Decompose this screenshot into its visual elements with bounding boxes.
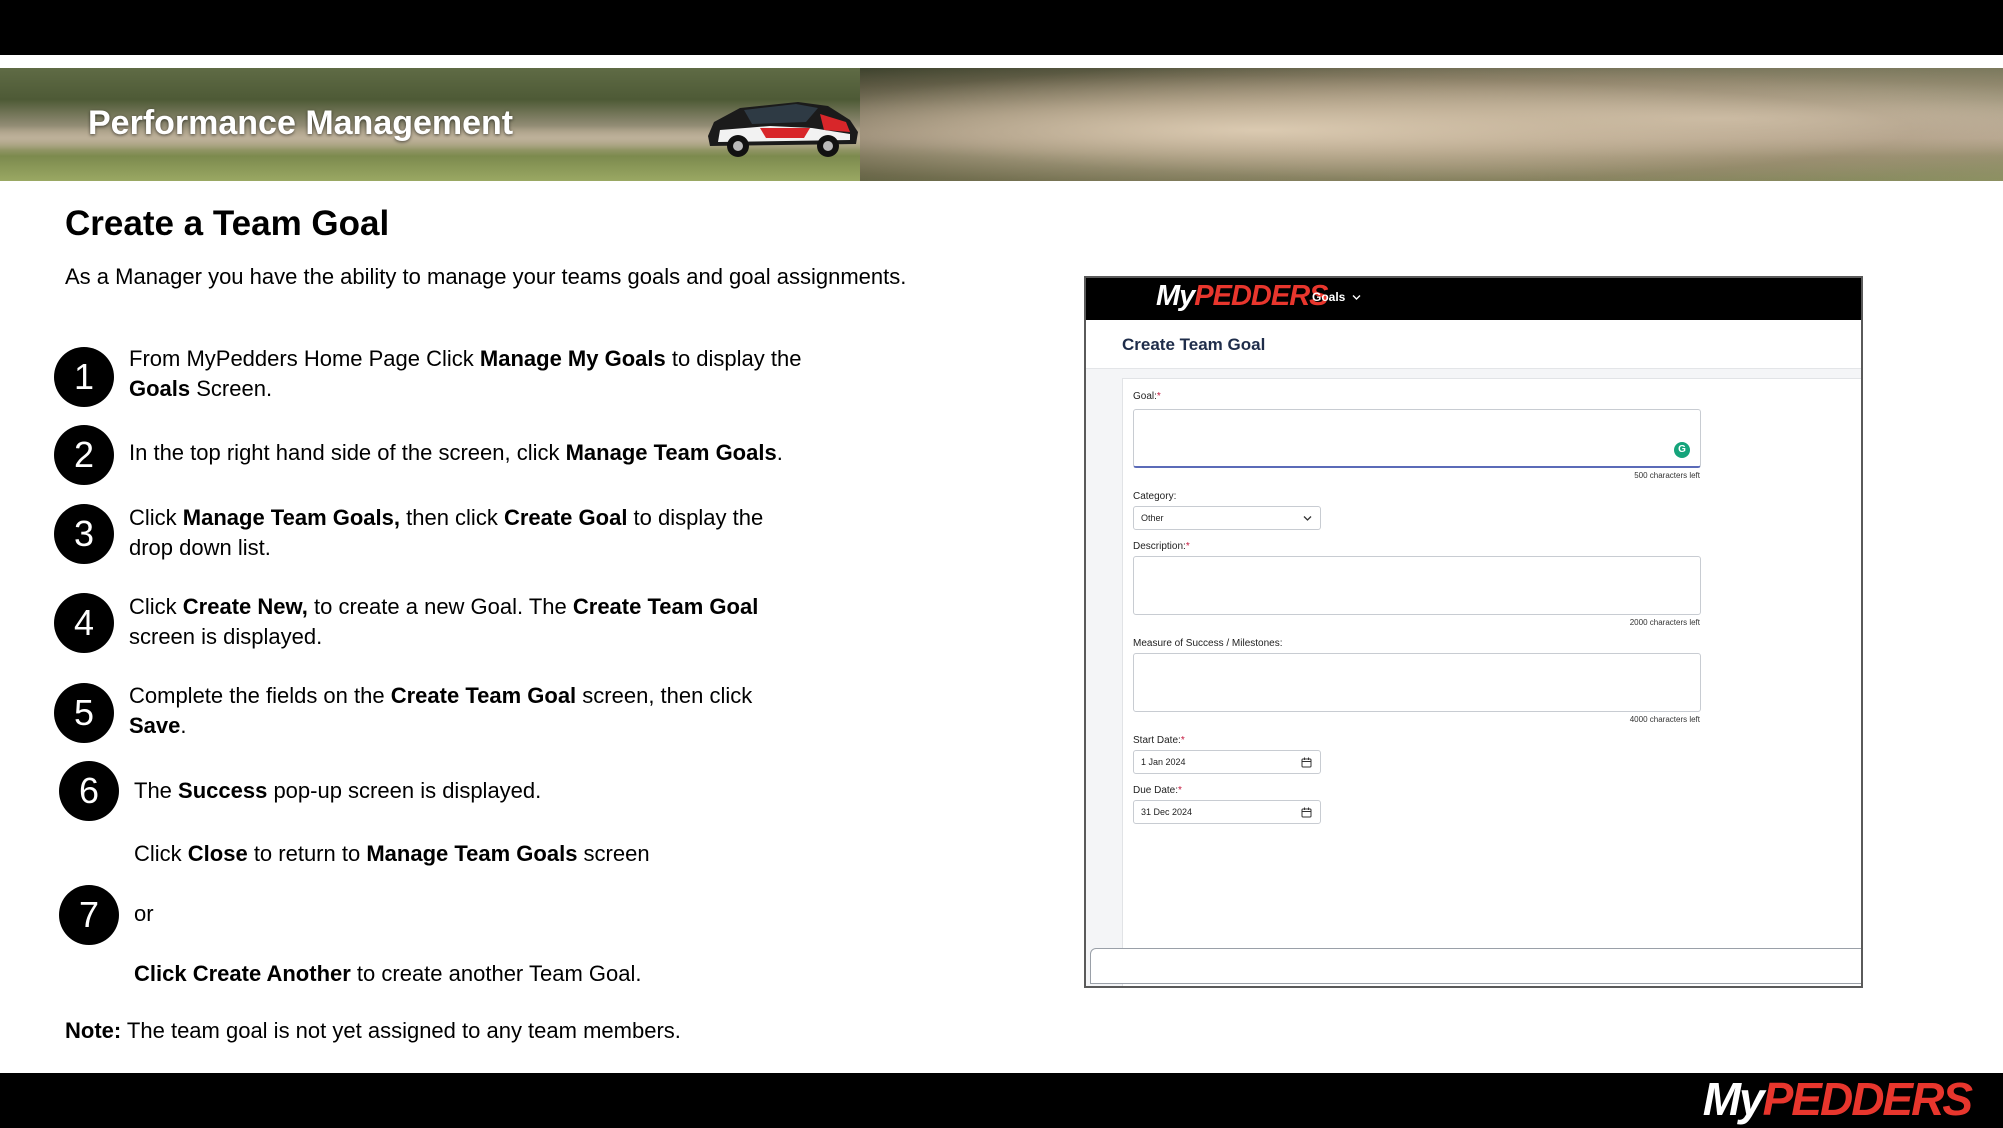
due-date-label: Due Date:* <box>1133 785 1182 796</box>
step-6-text: The Success pop-up screen is displayed. <box>134 778 542 803</box>
form-title: Create Team Goal <box>1122 335 1266 354</box>
goal-form: Goal:* G 500 characters left Category: O… <box>1122 378 1861 986</box>
chevron-down-icon <box>1352 295 1361 300</box>
goals-menu[interactable]: Goals <box>1312 290 1361 304</box>
measure-label: Measure of Success / Milestones: <box>1133 638 1283 649</box>
measure-char-counter: 4000 characters left <box>1629 715 1700 724</box>
create-team-goal-screenshot: MyPEDDERS Goals Create Team Goal Goal:* … <box>1084 276 1863 988</box>
step-6-badge: 6 <box>59 761 119 821</box>
banner-dust-cloud <box>860 68 2003 181</box>
due-date-value: 31 Dec 2024 <box>1141 807 1193 817</box>
description-char-counter: 2000 characters left <box>1629 618 1700 627</box>
step-2-badge: 2 <box>54 425 114 485</box>
step-1-badge: 1 <box>54 347 114 407</box>
goal-label: Goal:* <box>1133 391 1161 402</box>
calendar-icon[interactable] <box>1301 757 1312 768</box>
top-black-bar <box>0 0 2003 55</box>
note-text: Note: The team goal is not yet assigned … <box>65 1018 681 1043</box>
step-3-badge: 3 <box>54 504 114 564</box>
category-value: Other <box>1141 513 1164 523</box>
banner-title: Performance Management <box>88 104 514 142</box>
due-date-input[interactable]: 31 Dec 2024 <box>1133 800 1321 824</box>
rally-car-image <box>708 102 858 157</box>
mypedders-logo[interactable]: MyPEDDERS <box>1156 280 1329 313</box>
calendar-icon[interactable] <box>1301 807 1312 818</box>
grammarly-icon[interactable]: G <box>1674 442 1690 458</box>
goal-char-counter: 500 characters left <box>1634 471 1700 480</box>
step-4-text: Click Create New, to create a new Goal. … <box>129 594 759 649</box>
form-header: Create Team Goal <box>1086 320 1861 369</box>
page-title: Create a Team Goal <box>65 204 390 243</box>
step-5-badge: 5 <box>54 683 114 743</box>
step-7-text: Click Create Another to create another T… <box>134 961 642 986</box>
step-7-or-text: or <box>134 901 154 926</box>
goal-textarea[interactable]: G <box>1133 409 1701 468</box>
step-6-close-text: Click Close to return to Manage Team Goa… <box>134 841 650 866</box>
step-2-text: In the top right hand side of the screen… <box>129 440 783 465</box>
step-7-badge: 7 <box>59 885 119 945</box>
footer-mypedders-logo: MyPEDDERS <box>1702 1073 1973 1125</box>
step-4-badge: 4 <box>54 593 114 653</box>
description-textarea[interactable] <box>1133 556 1701 615</box>
intro-text: As a Manager you have the ability to man… <box>65 264 907 289</box>
measure-textarea[interactable] <box>1133 653 1701 712</box>
step-5-text: Complete the fields on the Create Team G… <box>129 683 753 738</box>
chevron-down-icon <box>1303 516 1312 521</box>
form-footer-bar <box>1090 948 1861 984</box>
category-label: Category: <box>1133 491 1177 502</box>
step-1-text: From MyPedders Home Page Click Manage My… <box>129 346 802 401</box>
start-date-input[interactable]: 1 Jan 2024 <box>1133 750 1321 774</box>
app-navbar: MyPEDDERS Goals <box>1086 278 1861 320</box>
category-select[interactable]: Other <box>1133 506 1321 530</box>
start-date-value: 1 Jan 2024 <box>1141 757 1186 767</box>
description-label: Description:* <box>1133 541 1190 552</box>
step-3-text: Click Manage Team Goals, then click Crea… <box>129 505 764 560</box>
start-date-label: Start Date:* <box>1133 735 1185 746</box>
